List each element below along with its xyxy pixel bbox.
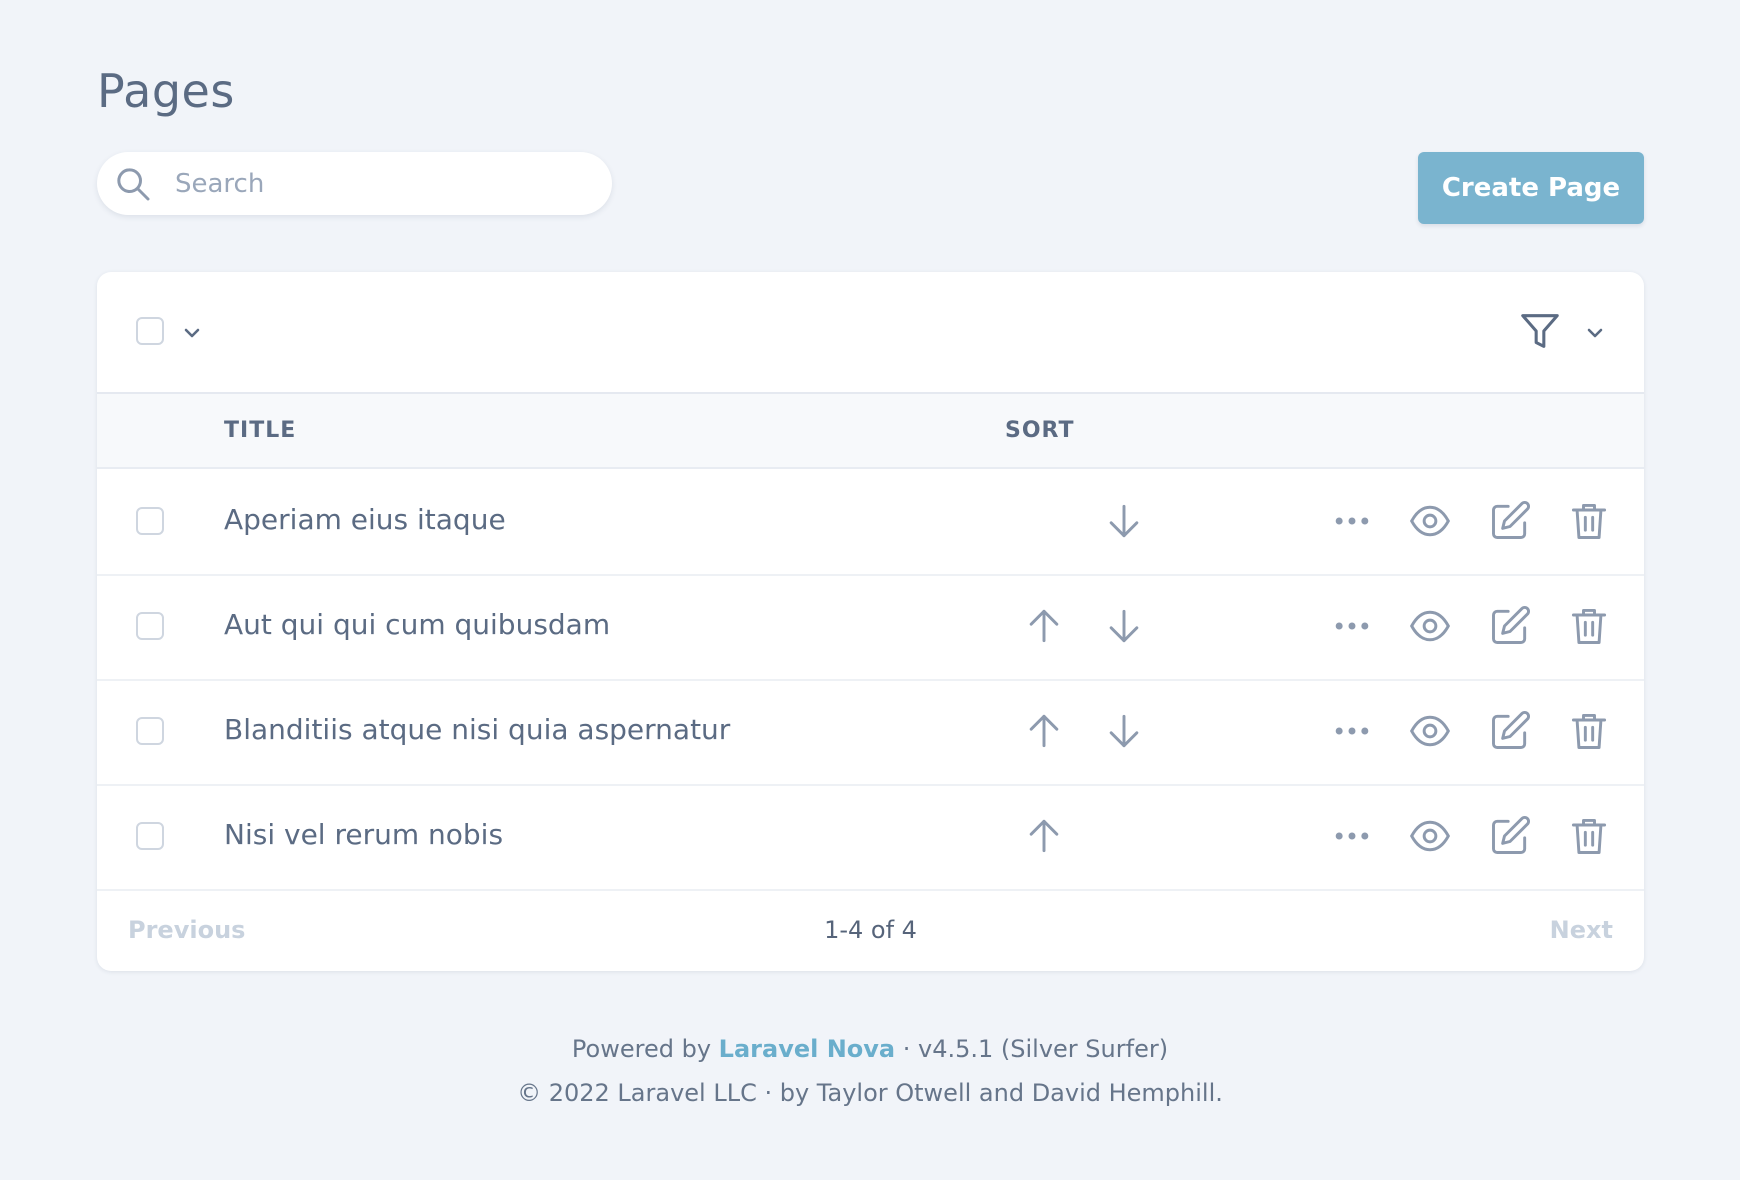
version-text: · v4.5.1 (Silver Surfer) (902, 1035, 1169, 1063)
footer: Powered by Laravel Nova · v4.5.1 (Silver… (0, 1035, 1740, 1123)
more-dots-icon[interactable] (1330, 814, 1374, 858)
table-header: TITLE SORT (97, 394, 1644, 469)
chevron-down-icon[interactable] (180, 321, 204, 345)
row-title: Aut qui qui cum quibusdam (224, 608, 611, 641)
table-toolbar (97, 272, 1644, 394)
resource-table-card: TITLE SORT Aperiam eius itaque Aut qui q… (97, 272, 1644, 971)
table-row[interactable]: Blanditiis atque nisi quia aspernatur (97, 679, 1644, 786)
filter-button[interactable] (1517, 308, 1607, 358)
filter-icon (1521, 314, 1559, 348)
row-checkbox[interactable] (136, 717, 164, 745)
column-header-title[interactable]: TITLE (224, 418, 296, 443)
column-header-sort: SORT (1005, 418, 1075, 443)
edit-icon[interactable] (1488, 814, 1532, 858)
table-row[interactable]: Nisi vel rerum nobis (97, 784, 1644, 891)
pages-index: Pages Create Page TITLE SO (0, 0, 1740, 1180)
footer-powered-line: Powered by Laravel Nova · v4.5.1 (Silver… (0, 1035, 1740, 1079)
arrow-up-icon[interactable] (1022, 709, 1066, 753)
pagination: Previous 1-4 of 4 Next (97, 891, 1644, 971)
trash-icon[interactable] (1567, 499, 1611, 543)
footer-copyright: © 2022 Laravel LLC · by Taylor Otwell an… (517, 1079, 1223, 1107)
edit-icon[interactable] (1488, 604, 1532, 648)
row-title: Nisi vel rerum nobis (224, 818, 504, 851)
next-page-link[interactable]: Next (1550, 916, 1613, 944)
pagination-info: 1-4 of 4 (824, 916, 917, 944)
arrow-up-icon[interactable] (1022, 604, 1066, 648)
edit-icon[interactable] (1488, 709, 1532, 753)
eye-icon[interactable] (1408, 604, 1452, 648)
more-dots-icon[interactable] (1330, 709, 1374, 753)
arrow-down-icon[interactable] (1102, 709, 1146, 753)
arrow-up-icon[interactable] (1022, 814, 1066, 858)
more-dots-icon[interactable] (1330, 499, 1374, 543)
row-checkbox[interactable] (136, 612, 164, 640)
laravel-nova-link[interactable]: Laravel Nova (719, 1035, 895, 1063)
row-checkbox[interactable] (136, 822, 164, 850)
eye-icon[interactable] (1408, 709, 1452, 753)
select-all-checkbox[interactable] (136, 317, 164, 345)
chevron-down-icon (1587, 328, 1603, 338)
table-row[interactable]: Aperiam eius itaque (97, 469, 1644, 576)
arrow-down-icon[interactable] (1102, 499, 1146, 543)
edit-icon[interactable] (1488, 499, 1532, 543)
eye-icon[interactable] (1408, 499, 1452, 543)
search-input[interactable] (173, 167, 577, 200)
powered-prefix: Powered by (571, 1035, 712, 1063)
table-row[interactable]: Aut qui qui cum quibusdam (97, 574, 1644, 681)
eye-icon[interactable] (1408, 814, 1452, 858)
more-dots-icon[interactable] (1330, 604, 1374, 648)
trash-icon[interactable] (1567, 814, 1611, 858)
arrow-down-icon[interactable] (1102, 604, 1146, 648)
row-title: Aperiam eius itaque (224, 503, 506, 536)
trash-icon[interactable] (1567, 604, 1611, 648)
trash-icon[interactable] (1567, 709, 1611, 753)
row-title: Blanditiis atque nisi quia aspernatur (224, 713, 731, 746)
create-page-button[interactable]: Create Page (1418, 152, 1644, 224)
row-checkbox[interactable] (136, 507, 164, 535)
search-icon (117, 167, 150, 200)
page-title: Pages (97, 64, 235, 118)
search-box[interactable] (97, 152, 612, 215)
